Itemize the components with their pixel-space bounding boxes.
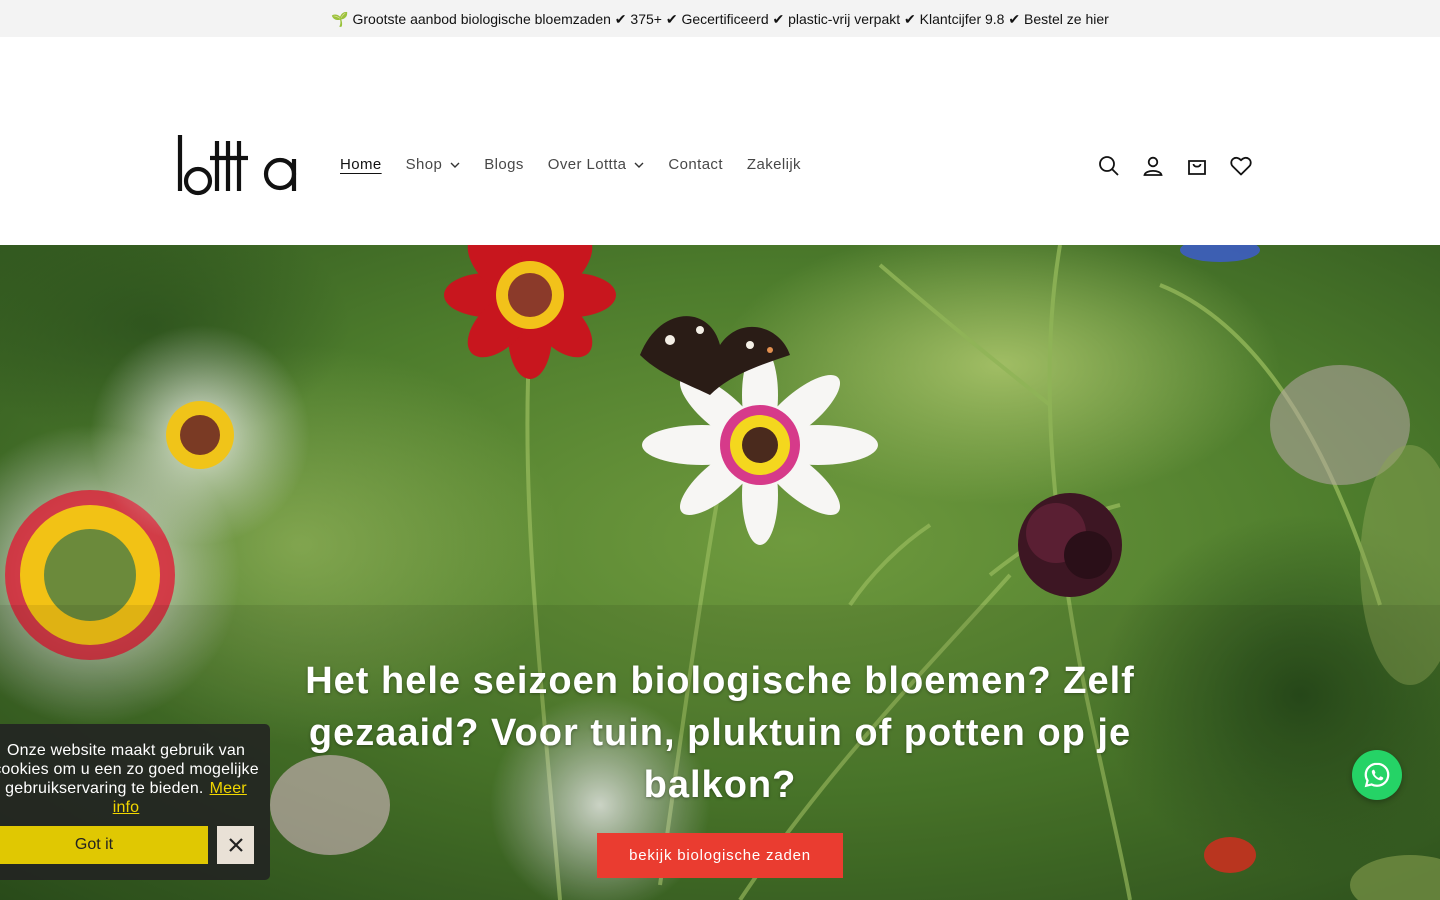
main-navigation: Home Shop Blogs Over Lottta Contact Zake…	[340, 156, 825, 173]
nav-zakelijk-label: Zakelijk	[746, 156, 801, 173]
nav-blogs[interactable]: Blogs	[484, 156, 524, 173]
nav-over-lottta-label: Over Lottta	[547, 156, 627, 173]
announcement-bar[interactable]: 🌱 Grootste aanbod biologische bloemzaden…	[0, 0, 1440, 37]
whatsapp-button[interactable]	[1352, 750, 1402, 800]
account-icon	[1143, 156, 1163, 176]
nav-over-lottta[interactable]: Over Lottta	[548, 156, 645, 173]
account-button[interactable]	[1140, 153, 1166, 179]
cookie-message: Onze website maakt gebruik van cookies o…	[0, 741, 260, 817]
nav-zakelijk[interactable]: Zakelijk	[747, 156, 801, 173]
cart-icon	[1188, 160, 1206, 175]
site-header: Home Shop Blogs Over Lottta Contact Zake…	[0, 37, 1440, 245]
wishlist-button[interactable]	[1228, 153, 1254, 179]
nav-blogs-label: Blogs	[484, 156, 524, 173]
search-button[interactable]	[1096, 153, 1122, 179]
nav-shop[interactable]: Shop	[406, 156, 461, 173]
nav-shop-label: Shop	[405, 156, 443, 173]
lottta-logo[interactable]	[176, 133, 298, 199]
announcement-text[interactable]: 🌱 Grootste aanbod biologische bloemzaden…	[331, 12, 1109, 26]
whatsapp-icon	[1364, 762, 1390, 788]
close-icon	[228, 838, 243, 852]
cookie-accept-button[interactable]: Got it	[0, 826, 208, 864]
cart-button[interactable]	[1184, 153, 1210, 179]
chevron-down-icon	[450, 162, 460, 168]
cookie-close-button[interactable]	[217, 826, 254, 864]
nav-home[interactable]: Home	[340, 156, 382, 173]
wishlist-heart-icon	[1230, 156, 1252, 176]
search-icon	[1099, 156, 1119, 176]
chevron-down-icon	[634, 162, 644, 168]
nav-home-label: Home	[340, 156, 382, 173]
nav-contact[interactable]: Contact	[668, 156, 723, 173]
hero-heading: Het hele seizoen biologische bloemen? Ze…	[305, 660, 1135, 806]
cookie-consent-banner: Onze website maakt gebruik van cookies o…	[0, 724, 270, 880]
nav-contact-label: Contact	[668, 156, 723, 173]
header-icons	[1096, 153, 1254, 179]
view-organic-seeds-button[interactable]: bekijk biologische zaden	[597, 833, 843, 878]
